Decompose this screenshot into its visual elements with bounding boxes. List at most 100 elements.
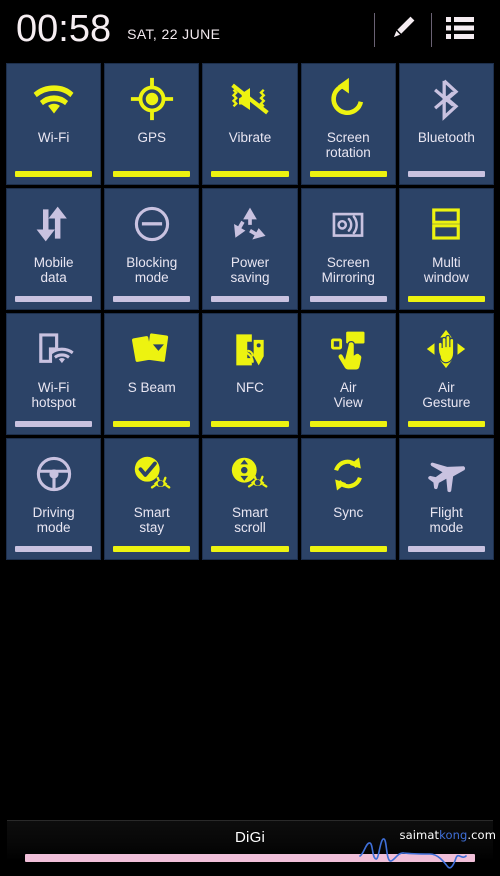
toggle-state-bar-screen-rotation <box>309 171 387 177</box>
toggle-label-line: NFC <box>236 380 264 395</box>
quick-settings-panel: Wi-Fi GPS Vibrate Screen rotation Bluetooth Mo… <box>0 60 500 560</box>
gps-crosshair-icon <box>129 68 175 130</box>
toggle-state-bar-mobile-data <box>15 296 93 302</box>
toggle-tile-flight-mode[interactable]: Flight mode <box>398 438 495 560</box>
toggle-row: Wi-Fi GPS Vibrate Screen rotation Bluetooth <box>0 60 500 185</box>
toggle-row: Wi-Fi hotspot S Beam NFC Air View Air Gesture <box>0 313 500 435</box>
toggle-tile-screen-mirroring[interactable]: Screen Mirroring <box>300 188 396 310</box>
toggle-label-line: Smart <box>232 505 269 520</box>
wifi-icon <box>31 68 77 130</box>
toggle-tile-multi-window[interactable]: Multi window <box>398 188 495 310</box>
toggle-row: Mobile data Blocking mode Power saving Screen M… <box>0 188 500 310</box>
toggle-state-bar-wifi <box>15 171 93 177</box>
toggle-label-line: data <box>40 270 67 285</box>
toggle-tile-nfc[interactable]: NFC <box>202 313 298 435</box>
toggle-tile-wifi[interactable]: Wi-Fi <box>6 63 102 185</box>
toggle-state-bar-smart-stay <box>113 546 191 552</box>
toggle-tile-gps[interactable]: GPS <box>104 63 200 185</box>
edit-button[interactable] <box>377 7 429 53</box>
watermark-highlight: kong <box>439 828 468 842</box>
recycle-icon <box>228 193 272 255</box>
toggle-state-bar-s-beam <box>113 421 191 427</box>
air-gesture-icon <box>423 318 469 380</box>
toggle-tile-power-saving[interactable]: Power saving <box>202 188 298 310</box>
toggle-state-bar-vibrate <box>211 171 289 177</box>
sync-icon <box>326 443 370 505</box>
toggle-state-bar-sync <box>309 546 387 552</box>
smart-scroll-icon <box>227 443 273 505</box>
toggle-label-line: Power <box>230 255 270 270</box>
toggle-label-line: Sync <box>333 505 364 520</box>
toggle-tile-blocking-mode[interactable]: Blocking mode <box>104 188 200 310</box>
toggle-label-line: Mobile <box>33 255 74 270</box>
toggle-label-line: Blocking <box>126 255 178 270</box>
toggle-label-line: stay <box>139 520 165 535</box>
toggle-label-line: Smart <box>133 505 170 520</box>
pencil-icon <box>387 12 419 49</box>
data-arrows-icon <box>32 193 76 255</box>
toggle-label-line: Gesture <box>422 395 471 410</box>
toggle-tile-air-gesture[interactable]: Air Gesture <box>398 313 495 435</box>
hotspot-icon <box>32 318 76 380</box>
toggle-label-line: scroll <box>234 520 266 535</box>
rotate-icon <box>326 68 370 130</box>
toggle-label-line: hotspot <box>31 395 76 410</box>
toggle-tile-vibrate[interactable]: Vibrate <box>202 63 298 185</box>
bottom-bar: DiGi saimatkong.com <box>0 810 500 876</box>
toggle-state-bar-driving-mode <box>15 546 93 552</box>
list-menu-button[interactable] <box>434 7 486 53</box>
toggle-state-bar-nfc <box>211 421 289 427</box>
bluetooth-icon <box>426 68 466 130</box>
clock-time: 00:58 <box>16 8 112 50</box>
toggle-state-bar-blocking-mode <box>113 296 191 302</box>
toggle-label-line: Air <box>339 380 357 395</box>
watermark-prefix: saimat <box>399 828 440 842</box>
toggle-state-bar-multi-window <box>407 296 486 302</box>
toggle-tile-mobile-data[interactable]: Mobile data <box>6 188 102 310</box>
toggle-row: Driving mode Smart stay Smart scroll Sync Fligh… <box>0 438 500 560</box>
header-divider-1 <box>374 13 375 47</box>
watermark: saimatkong.com <box>400 828 497 842</box>
s-beam-icon <box>130 318 174 380</box>
toggle-tile-wifi-hotspot[interactable]: Wi-Fi hotspot <box>6 313 102 435</box>
toggle-state-bar-screen-mirroring <box>309 296 387 302</box>
toggle-label-line: Air <box>438 380 455 395</box>
toggle-state-bar-gps <box>113 171 191 177</box>
cast-screen-icon <box>325 193 371 255</box>
toggle-label-line: saving <box>230 270 270 285</box>
toggle-state-bar-smart-scroll <box>211 546 289 552</box>
toggle-label-line: Bluetooth <box>417 130 475 145</box>
airplane-icon <box>423 443 469 505</box>
toggle-label-line: Screen <box>326 255 370 270</box>
toggle-label-line: Multi <box>432 255 461 270</box>
toggle-state-bar-power-saving <box>211 296 289 302</box>
nfc-icon <box>228 318 272 380</box>
status-header: 00:58 SAT, 22 JUNE <box>0 0 500 60</box>
toggle-label-line: mode <box>134 270 169 285</box>
air-view-icon <box>326 318 370 380</box>
toggle-state-bar-air-gesture <box>407 421 486 427</box>
toggle-tile-screen-rotation[interactable]: Screen rotation <box>300 63 396 185</box>
toggle-label-line: rotation <box>325 145 371 160</box>
toggle-tile-sync[interactable]: Sync <box>300 438 396 560</box>
header-actions <box>372 0 486 60</box>
toggle-label-line: Screen <box>326 130 370 145</box>
toggle-label-line: mode <box>36 520 71 535</box>
brightness-slider[interactable] <box>25 854 475 862</box>
toggle-label-line: GPS <box>137 130 167 145</box>
toggle-tile-s-beam[interactable]: S Beam <box>104 313 200 435</box>
toggle-label-line: View <box>333 395 363 410</box>
watermark-suffix: .com <box>467 828 496 842</box>
do-not-disturb-icon <box>130 193 174 255</box>
header-divider-2 <box>431 13 432 47</box>
toggle-label-line: Wi-Fi <box>37 130 70 145</box>
toggle-tile-smart-stay[interactable]: Smart stay <box>104 438 200 560</box>
toggle-label-line: Mirroring <box>321 270 375 285</box>
toggle-tile-bluetooth[interactable]: Bluetooth <box>398 63 495 185</box>
list-icon <box>444 14 476 47</box>
toggle-state-bar-bluetooth <box>407 171 486 177</box>
toggle-tile-driving-mode[interactable]: Driving mode <box>6 438 102 560</box>
toggle-tile-smart-scroll[interactable]: Smart scroll <box>202 438 298 560</box>
toggle-label-line: Driving <box>32 505 75 520</box>
toggle-tile-air-view[interactable]: Air View <box>300 313 396 435</box>
